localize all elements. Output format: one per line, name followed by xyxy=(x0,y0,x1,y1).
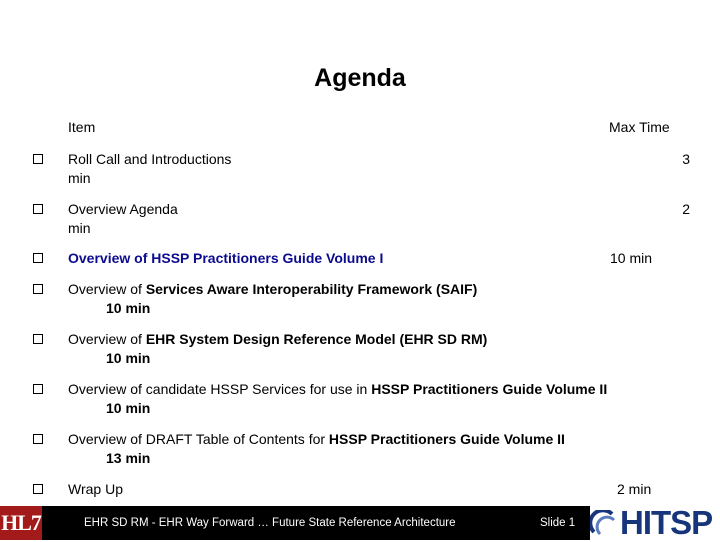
agenda-item-time: 3 xyxy=(682,151,690,167)
agenda-item-time: 10 min xyxy=(610,250,653,266)
footer-bar: EHR SD RM - EHR Way Forward … Future Sta… xyxy=(42,506,590,540)
agenda-item-title: Overview of HSSP Practitioners Guide Vol… xyxy=(68,250,383,266)
checkbox-bullet-icon xyxy=(33,484,43,494)
header-item: Item xyxy=(68,119,96,135)
checkbox-bullet-icon xyxy=(33,154,43,164)
checkbox-bullet-icon xyxy=(33,334,43,344)
footer: HL7 EHR SD RM - EHR Way Forward … Future… xyxy=(0,504,720,541)
agenda-item-duration: 10 min xyxy=(106,300,151,316)
agenda-item-title: Roll Call and Introductions xyxy=(68,151,231,167)
agenda-item-text: HSSP Practitioners Guide Volume II xyxy=(371,381,608,397)
hl7-logo: HL7 xyxy=(0,506,42,540)
agenda-item-duration: min xyxy=(68,220,91,236)
agenda-item-title: Overview of DRAFT Table of Contents for … xyxy=(68,431,565,447)
agenda-item-title: Wrap Up xyxy=(68,481,123,497)
checkbox-bullet-icon xyxy=(33,384,43,394)
agenda-item-duration: 10 min xyxy=(106,350,151,366)
agenda-item-time: 2 min xyxy=(617,481,652,497)
agenda-item-text: Overview of xyxy=(68,281,146,297)
page-title: Agenda xyxy=(314,64,406,92)
agenda-item-text: Overview of candidate HSSP Services for … xyxy=(68,381,372,397)
agenda-item-title: Overview of EHR System Design Reference … xyxy=(68,331,487,347)
hitsp-logo-text: HITSP xyxy=(620,504,713,541)
agenda-item-text: HSSP Practitioners Guide Volume II xyxy=(328,431,565,447)
slide-number: Slide 1 xyxy=(540,517,576,529)
agenda-item-text: Roll Call and Introductions xyxy=(68,151,232,167)
agenda-item-title: Overview Agenda xyxy=(68,201,178,217)
checkbox-bullet-icon xyxy=(33,434,43,444)
agenda-item-text: Overview of DRAFT Table of Contents for xyxy=(68,431,329,447)
agenda-item-text: Overview Agenda xyxy=(68,201,178,217)
checkbox-bullet-icon xyxy=(33,284,43,294)
hl7-logo-text: HL7 xyxy=(1,510,42,535)
agenda-item-title: Overview of Services Aware Interoperabil… xyxy=(68,281,477,297)
agenda-item-text: Services Aware Interoperability Framewor… xyxy=(145,281,478,297)
agenda-item-duration: min xyxy=(68,170,91,186)
agenda-item-text: Wrap Up xyxy=(68,481,123,497)
agenda-item-text: Overview of HSSP Practitioners Guide Vol… xyxy=(68,250,384,266)
agenda-item-text: EHR System Design Reference Model (EHR S… xyxy=(145,331,488,347)
checkbox-bullet-icon xyxy=(33,204,43,214)
agenda-item-duration: 13 min xyxy=(106,450,151,466)
footer-text: EHR SD RM - EHR Way Forward … Future Sta… xyxy=(84,517,456,529)
agenda-item-title: Overview of candidate HSSP Services for … xyxy=(68,381,607,397)
header-max-time: Max Time xyxy=(609,119,670,135)
hitsp-arc-icon xyxy=(590,510,616,536)
agenda-item-time: 2 xyxy=(682,201,690,217)
checkbox-bullet-icon xyxy=(33,253,43,263)
agenda-item-duration: 10 min xyxy=(106,400,151,416)
agenda-item-text: Overview of xyxy=(68,331,146,347)
hitsp-logo: HITSP xyxy=(590,504,720,541)
